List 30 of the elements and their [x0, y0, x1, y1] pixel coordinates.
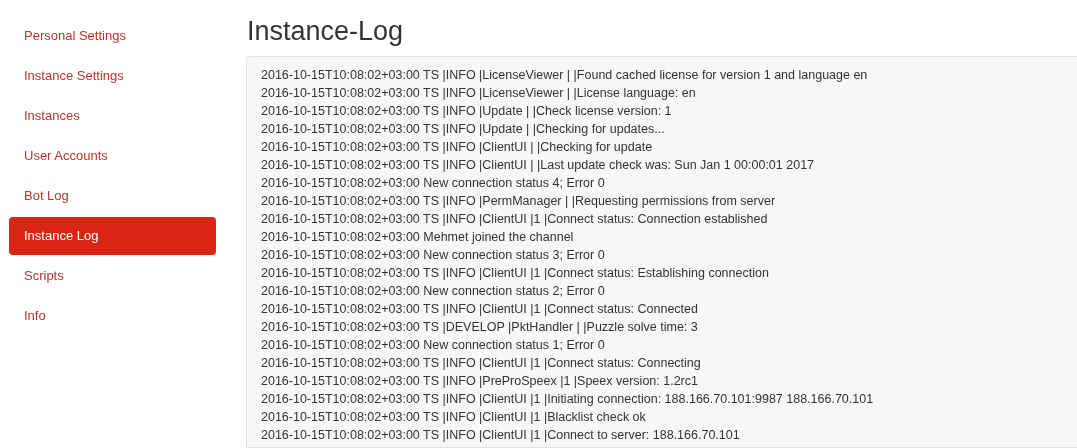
sidebar-item[interactable]: Instances [9, 97, 216, 135]
page-title: Instance-Log [247, 15, 405, 48]
sidebar-item[interactable]: User Accounts [9, 137, 216, 175]
log-line: 2016-10-15T10:08:02+03:00 TS |INFO |Update | |Checking for updates... [261, 121, 665, 138]
log-line: 2016-10-15T10:08:02+03:00 Mehmet joined the channel [261, 229, 574, 246]
log-line: 2016-10-15T10:08:02+03:00 TS |INFO |ClientUI | |Last update check was: Sun Jan 1 00:00:01 2017 [261, 157, 815, 174]
log-line: 2016-10-15T10:08:02+03:00 TS |INFO |ClientUI |1 |Blacklist check ok [261, 409, 646, 426]
log-line: 2016-10-15T10:08:02+03:00 New connection status 3; Error 0 [261, 247, 605, 264]
log-line: 2016-10-15T10:08:02+03:00 TS |INFO |LicenseViewer | |Found cached license for version 1 and language en [261, 67, 868, 84]
log-line: 2016-10-15T10:08:02+03:00 TS |INFO |ClientUI |1 |Connect status: Connection established [261, 211, 768, 228]
sidebar-item[interactable]: Personal Settings [9, 17, 216, 55]
log-line: 2016-10-15T10:08:02+03:00 TS |INFO |ClientUI |1 |Connect to server: 188.166.70.101 [261, 427, 740, 444]
log-line: 2016-10-15T10:08:02+03:00 TS |INFO |ClientUI |1 |Connect status: Connecting [261, 355, 701, 372]
sidebar-item[interactable]: Bot Log [9, 177, 216, 215]
sidebar-item[interactable]: Instance Settings [9, 57, 216, 95]
log-line: 2016-10-15T10:08:02+03:00 TS |INFO |ClientUI | |Checking for update [261, 139, 653, 156]
sidebar-item[interactable]: Scripts [9, 257, 216, 295]
sidebar-item[interactable]: Instance Log [9, 217, 216, 255]
log-line: 2016-10-15T10:08:02+03:00 New connection status 1; Error 0 [261, 337, 605, 354]
log-line: 2016-10-15T10:08:02+03:00 New connection status 4; Error 0 [261, 175, 605, 192]
log-line: 2016-10-15T10:08:02+03:00 TS |INFO |ClientUI |1 |Connect status: Connected [261, 301, 698, 318]
log-line: 2016-10-15T10:08:02+03:00 TS |INFO |ClientUI |1 |Initiating connection: 188.166.70.101:9987 188.166.70.101 [261, 391, 874, 408]
log-line: 2016-10-15T10:08:02+03:00 TS |INFO |LicenseViewer | |License language: en [261, 85, 696, 102]
log-line: 2016-10-15T10:08:02+03:00 TS |INFO |ClientUI |1 |Connect status: Establishing connection [261, 265, 769, 282]
log-line: 2016-10-15T10:08:02+03:00 TS |INFO |PermManager | |Requesting permissions from server [261, 193, 776, 210]
log-line: 2016-10-15T10:08:02+03:00 TS |DEVELOP |PktHandler | |Puzzle solve time: 3 [261, 319, 698, 336]
sidebar-item[interactable]: Info [9, 297, 216, 335]
log-line: 2016-10-15T10:08:02+03:00 TS |INFO |Update | |Check license version: 1 [261, 103, 672, 120]
log-line: 2016-10-15T10:08:02+03:00 New connection status 2; Error 0 [261, 283, 605, 300]
log-line: 2016-10-15T10:08:02+03:00 TS |INFO |PreProSpeex |1 |Speex version: 1.2rc1 [261, 373, 698, 390]
